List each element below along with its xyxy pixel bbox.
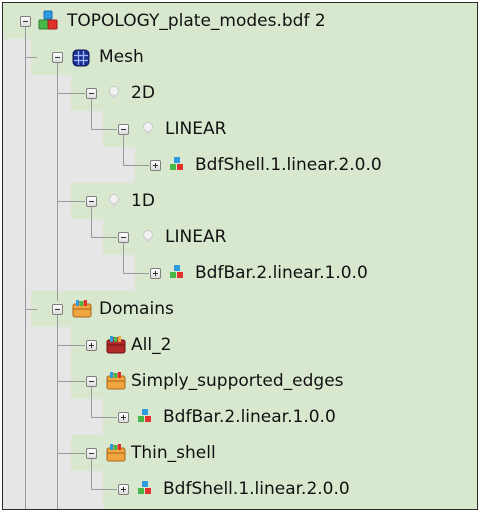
tree-connector-line bbox=[25, 27, 26, 509]
tree-node-root[interactable]: TOPOLOGY_plate_modes.bdf 2 bbox=[67, 11, 326, 31]
tree-connector-line bbox=[91, 489, 117, 490]
tree-connector-line bbox=[91, 129, 117, 130]
tree-node-bdfbar[interactable]: BdfBar.2.linear.1.0.0 bbox=[195, 263, 368, 283]
bulb-icon bbox=[107, 85, 121, 101]
tree-connector-line bbox=[57, 345, 85, 346]
toolbox-icon bbox=[105, 443, 127, 463]
collapse-toggle-icon[interactable] bbox=[118, 232, 129, 243]
model-tree-panel: TOPOLOGY_plate_modes.bdf 2 Mesh 2D LINEA… bbox=[2, 2, 478, 510]
tree-connector-line bbox=[57, 201, 85, 202]
tree-connector-line bbox=[123, 273, 149, 274]
mini-blocks-icon bbox=[169, 156, 185, 172]
expand-toggle-icon[interactable] bbox=[150, 160, 161, 171]
tree-connector-line bbox=[57, 93, 85, 94]
tree-connector-line bbox=[25, 57, 37, 58]
tree-node-all-2[interactable]: All_2 bbox=[131, 335, 171, 355]
row-bg bbox=[3, 219, 477, 255]
tree-node-domains[interactable]: Domains bbox=[99, 299, 174, 319]
expand-toggle-icon[interactable] bbox=[86, 340, 97, 351]
tree-connector-line bbox=[91, 207, 92, 237]
toolbox-red-icon bbox=[105, 335, 127, 355]
tree-connector-line bbox=[91, 459, 92, 489]
tree-node-bdfshell-domain[interactable]: BdfShell.1.linear.2.0.0 bbox=[163, 479, 350, 499]
tree-connector-line bbox=[91, 237, 117, 238]
bulb-icon bbox=[141, 121, 155, 137]
tree-connector-line bbox=[57, 381, 85, 382]
bulb-icon bbox=[107, 193, 121, 209]
expand-toggle-icon[interactable] bbox=[118, 412, 129, 423]
bulb-icon bbox=[141, 229, 155, 245]
tree-node-bdfshell[interactable]: BdfShell.1.linear.2.0.0 bbox=[195, 155, 382, 175]
tree-node-bdfbar-domain[interactable]: BdfBar.2.linear.1.0.0 bbox=[163, 407, 336, 427]
tree-node-2d-linear[interactable]: LINEAR bbox=[165, 119, 226, 139]
mini-blocks-icon bbox=[137, 480, 153, 496]
collapse-toggle-icon[interactable] bbox=[86, 196, 97, 207]
tree-node-2d[interactable]: 2D bbox=[131, 83, 155, 103]
tree-node-1d-linear[interactable]: LINEAR bbox=[165, 227, 226, 247]
tree-connector-line bbox=[57, 63, 58, 301]
tree-node-1d[interactable]: 1D bbox=[131, 191, 155, 211]
collapse-toggle-icon[interactable] bbox=[86, 448, 97, 459]
expand-toggle-icon[interactable] bbox=[150, 268, 161, 279]
mini-blocks-icon bbox=[137, 408, 153, 424]
tree-connector-line bbox=[57, 453, 85, 454]
toolbox-icon bbox=[105, 371, 127, 391]
row-bg bbox=[3, 111, 477, 147]
collapse-toggle-icon[interactable] bbox=[52, 52, 63, 63]
tree-node-thin-shell[interactable]: Thin_shell bbox=[131, 443, 216, 463]
collapse-toggle-icon[interactable] bbox=[118, 124, 129, 135]
tree-connector-line bbox=[123, 165, 149, 166]
tree-node-simply-supported-edges[interactable]: Simply_supported_edges bbox=[131, 371, 344, 391]
collapse-toggle-icon[interactable] bbox=[86, 376, 97, 387]
tree-node-mesh[interactable]: Mesh bbox=[99, 47, 144, 67]
tree-connector-line bbox=[123, 243, 124, 273]
expand-toggle-icon[interactable] bbox=[118, 484, 129, 495]
tree-connector-line bbox=[25, 309, 37, 310]
mesh-grid-icon bbox=[71, 48, 91, 68]
tree-connector-line bbox=[123, 135, 124, 165]
tree-connector-line bbox=[91, 99, 92, 129]
tree-connector-line bbox=[91, 387, 92, 417]
mini-blocks-icon bbox=[169, 264, 185, 280]
collapse-toggle-icon[interactable] bbox=[20, 16, 31, 27]
collapse-toggle-icon[interactable] bbox=[52, 304, 63, 315]
toolbox-icon bbox=[71, 299, 93, 319]
colored-blocks-icon bbox=[37, 10, 59, 32]
collapse-toggle-icon[interactable] bbox=[86, 88, 97, 99]
tree-connector-line bbox=[91, 417, 117, 418]
